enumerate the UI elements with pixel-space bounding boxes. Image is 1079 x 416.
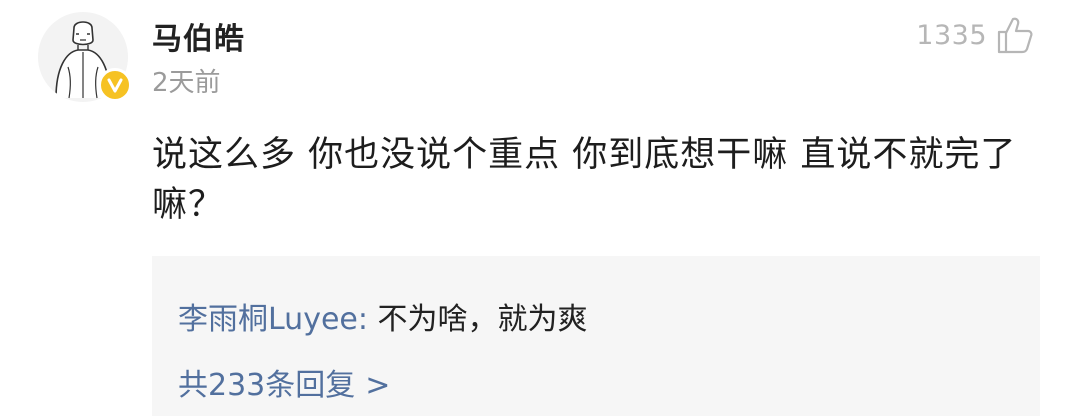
like-button[interactable]: 1335: [916, 14, 1033, 56]
view-all-replies-link[interactable]: 共233条回复 >: [178, 360, 390, 404]
reply-text: 不为啥，就为爽: [377, 302, 588, 337]
view-all-replies-label: 共233条回复: [178, 368, 356, 403]
reply-author-name[interactable]: 李雨桐Luyee: [178, 302, 358, 337]
comment-author-name[interactable]: 马伯皓: [152, 14, 245, 58]
comment-timestamp: 2天前: [152, 68, 221, 98]
reply-preview-line: 李雨桐Luyee: 不为啥，就为爽: [178, 294, 588, 338]
verified-v-icon: [98, 68, 132, 102]
reply-preview-box[interactable]: 李雨桐Luyee: 不为啥，就为爽 共233条回复 >: [152, 256, 1040, 416]
comment-text: 说这么多 你也没说个重点 你到底想干嘛 直说不就完了嘛？: [152, 135, 1017, 225]
like-count: 1335: [916, 19, 987, 51]
reply-separator: :: [357, 302, 378, 337]
chevron-right-icon: >: [365, 368, 391, 403]
comment-item: 马伯皓 2天前 1335 说这么多 你也没说个重点 你到底想干嘛 直说不就完了嘛…: [0, 0, 1079, 416]
thumbs-up-icon[interactable]: [997, 16, 1033, 54]
